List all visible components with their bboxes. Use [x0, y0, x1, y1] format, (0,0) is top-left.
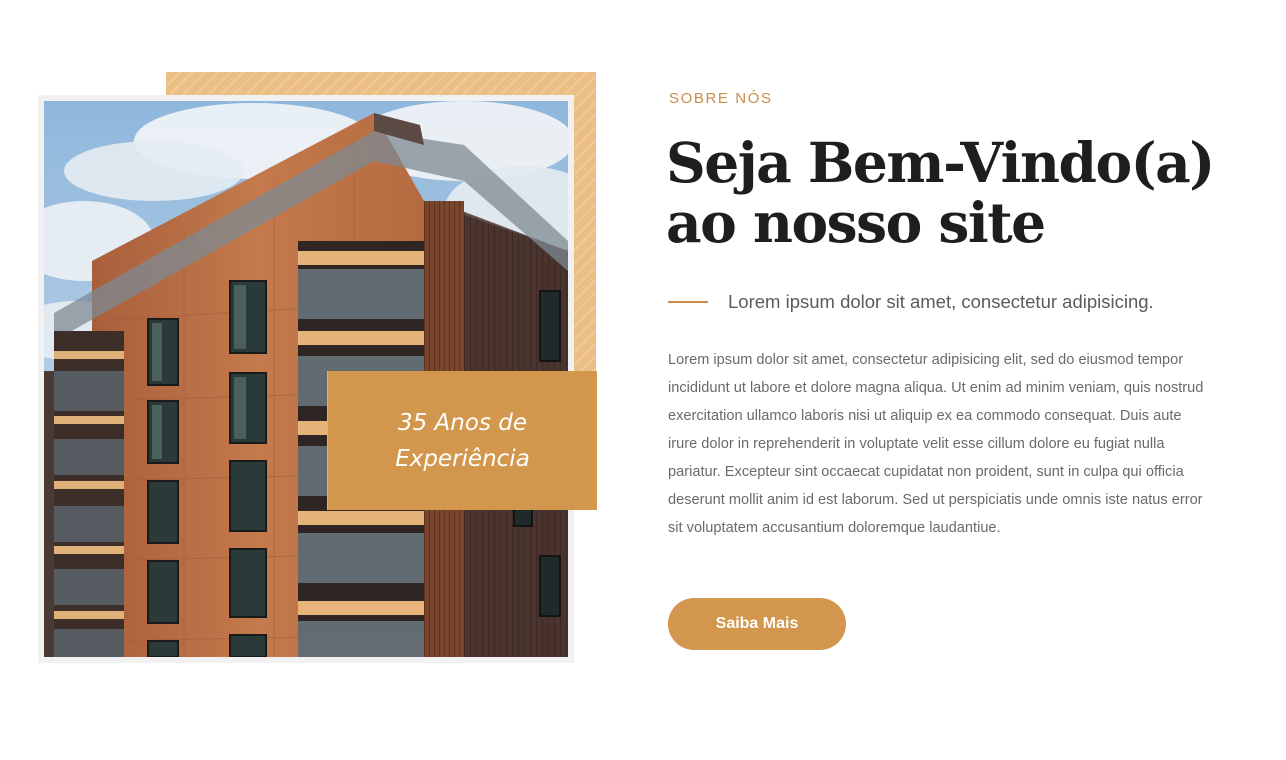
lead-row: Lorem ipsum dolor sit amet, consectetur …	[668, 291, 1154, 313]
accent-divider	[668, 301, 708, 303]
about-section: 35 Anos de Experiência SOBRE NÓS Seja Be…	[0, 0, 1286, 760]
lead-text: Lorem ipsum dolor sit amet, consectetur …	[728, 291, 1154, 312]
experience-line2: Experiência	[395, 445, 530, 472]
saiba-mais-button[interactable]: Saiba Mais	[668, 598, 846, 650]
section-eyebrow: SOBRE NÓS	[669, 90, 773, 107]
title-line1: Seja Bem-Vindo(a)	[666, 130, 1215, 195]
title-line2: ao nosso site	[666, 190, 1046, 255]
experience-line1: 35 Anos de	[397, 409, 527, 436]
body-paragraph: Lorem ipsum dolor sit amet, consectetur …	[668, 352, 1204, 536]
experience-badge: 35 Anos de Experiência	[327, 371, 597, 510]
page-title: Seja Bem-Vindo(a) ao nosso site	[666, 133, 1246, 253]
